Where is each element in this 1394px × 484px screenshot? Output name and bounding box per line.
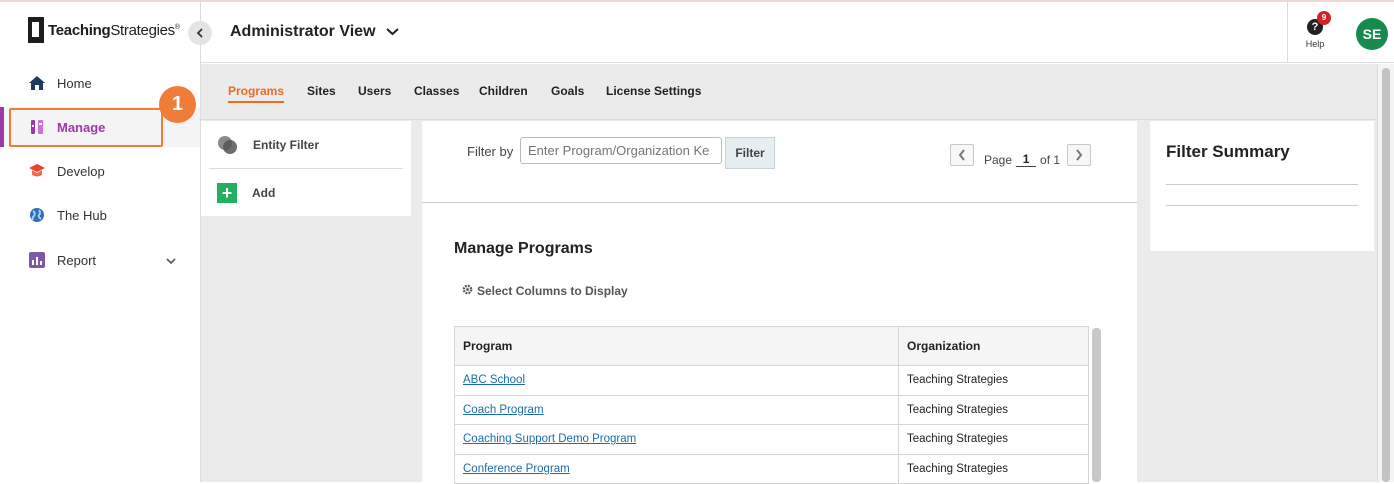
program-link[interactable]: Coaching Support Demo Program (463, 433, 636, 445)
table-header-row: Program Organization (454, 326, 1089, 366)
gear-icon (462, 284, 473, 298)
callout-number-badge: 1 (159, 86, 196, 123)
filter-input[interactable] (520, 137, 722, 164)
help-icon: ? 9 (1307, 10, 1331, 35)
prev-page-button[interactable] (950, 144, 974, 166)
filter-label: Filter by (467, 144, 514, 159)
view-switcher[interactable]: Administrator View (230, 23, 399, 41)
tab-children[interactable]: Children (479, 84, 528, 101)
page-scrollbar[interactable] (1377, 64, 1394, 482)
current-page-input[interactable]: 1 (1016, 152, 1037, 167)
scrollbar-thumb[interactable] (1382, 68, 1390, 482)
globe-icon (28, 206, 46, 224)
programs-table: Program Organization ABC School Teaching… (454, 326, 1089, 484)
teaching-strategies-logo[interactable]: TeachingStrategies® (28, 17, 180, 43)
logo-text-regular: Strategies (110, 21, 175, 39)
program-link[interactable]: Conference Program (463, 463, 570, 475)
tab-goals[interactable]: Goals (551, 84, 584, 101)
select-columns-button[interactable]: Select Columns to Display (462, 284, 628, 298)
entity-filter-label: Entity Filter (253, 138, 320, 152)
tab-sites[interactable]: Sites (307, 84, 336, 101)
sidebar-item-the-hub[interactable]: The Hub (0, 195, 200, 235)
chevron-down-icon (385, 23, 399, 41)
sidebar-item-label: Report (57, 252, 97, 268)
page-title: Manage Programs (454, 240, 593, 257)
help-notification-badge: 9 (1317, 10, 1331, 25)
add-button[interactable]: + Add (217, 183, 275, 203)
tab-license-settings[interactable]: License Settings (606, 84, 701, 101)
table-row: Coach Program Teaching Strategies (454, 394, 1089, 425)
chevron-right-icon (1076, 149, 1083, 161)
entity-panel: Entity Filter + Add (201, 121, 411, 216)
entity-filter-icon (217, 135, 239, 155)
logo-text-bold: Teaching (48, 21, 111, 39)
filter-button[interactable]: Filter (725, 137, 775, 169)
collapse-sidebar-button[interactable] (188, 21, 212, 45)
select-columns-label: Select Columns to Display (477, 284, 628, 298)
programs-content: Filter by Filter Page 1 of 1 Manage Prog… (422, 121, 1137, 484)
tab-classes[interactable]: Classes (414, 84, 459, 101)
home-icon (28, 74, 46, 92)
callout-highlight-box (9, 108, 163, 147)
table-row: ABC School Teaching Strategies (454, 365, 1089, 396)
logo-trademark: ® (174, 23, 180, 31)
sidebar-item-label: Home (57, 75, 92, 91)
user-avatar[interactable]: SE (1356, 18, 1388, 50)
tab-users[interactable]: Users (358, 84, 391, 101)
organization-cell: Teaching Strategies (898, 365, 1089, 396)
filter-summary-title: Filter Summary (1166, 142, 1290, 161)
sidebar: TeachingStrategies® Home Manage Develop … (0, 2, 201, 482)
add-label: Add (252, 186, 276, 200)
sidebar-item-label: Develop (57, 163, 105, 179)
graduation-cap-icon (28, 162, 46, 180)
top-header: Administrator View ? 9 Help SE (201, 2, 1394, 63)
organization-cell: Teaching Strategies (898, 394, 1089, 425)
chevron-down-icon (166, 253, 176, 268)
sidebar-item-report[interactable]: Report (0, 240, 200, 280)
bar-chart-icon (28, 251, 46, 269)
manage-tabs: Programs Sites Users Classes Children Go… (201, 64, 1377, 120)
page-total-label: of 1 (1040, 152, 1061, 167)
tab-programs[interactable]: Programs (228, 84, 285, 103)
pagination: Page 1 of 1 (984, 152, 1060, 167)
filter-bar: Filter by Filter Page 1 of 1 (422, 121, 1137, 203)
table-row: Conference Program Teaching Strategies (454, 453, 1089, 484)
organization-cell: Teaching Strategies (898, 424, 1089, 455)
program-link[interactable]: ABC School (463, 374, 525, 386)
organization-cell: Teaching Strategies (898, 453, 1089, 484)
chevron-left-icon (958, 149, 965, 161)
sidebar-item-develop[interactable]: Develop (0, 151, 200, 191)
next-page-button[interactable] (1067, 144, 1091, 166)
plus-icon: + (217, 183, 237, 203)
help-label: Help (1305, 38, 1325, 49)
chevron-left-icon (196, 28, 203, 38)
page-label: Page (984, 152, 1013, 167)
view-title: Administrator View (230, 23, 376, 40)
entity-filter-button[interactable]: Entity Filter (217, 135, 319, 155)
help-button[interactable]: ? 9 Help (1287, 2, 1342, 63)
column-header-organization[interactable]: Organization (898, 326, 1089, 366)
table-row: Coaching Support Demo Program Teaching S… (454, 424, 1089, 455)
column-header-program[interactable]: Program (454, 326, 899, 366)
divider (1166, 184, 1358, 185)
filter-summary-panel: Filter Summary (1150, 121, 1374, 251)
sidebar-item-label: The Hub (57, 207, 107, 223)
table-scrollbar[interactable] (1092, 328, 1101, 482)
divider (1166, 205, 1358, 206)
program-link[interactable]: Coach Program (463, 404, 544, 416)
main-area: Programs Sites Users Classes Children Go… (201, 64, 1394, 484)
divider (209, 168, 403, 169)
logo-door-icon (28, 17, 44, 43)
